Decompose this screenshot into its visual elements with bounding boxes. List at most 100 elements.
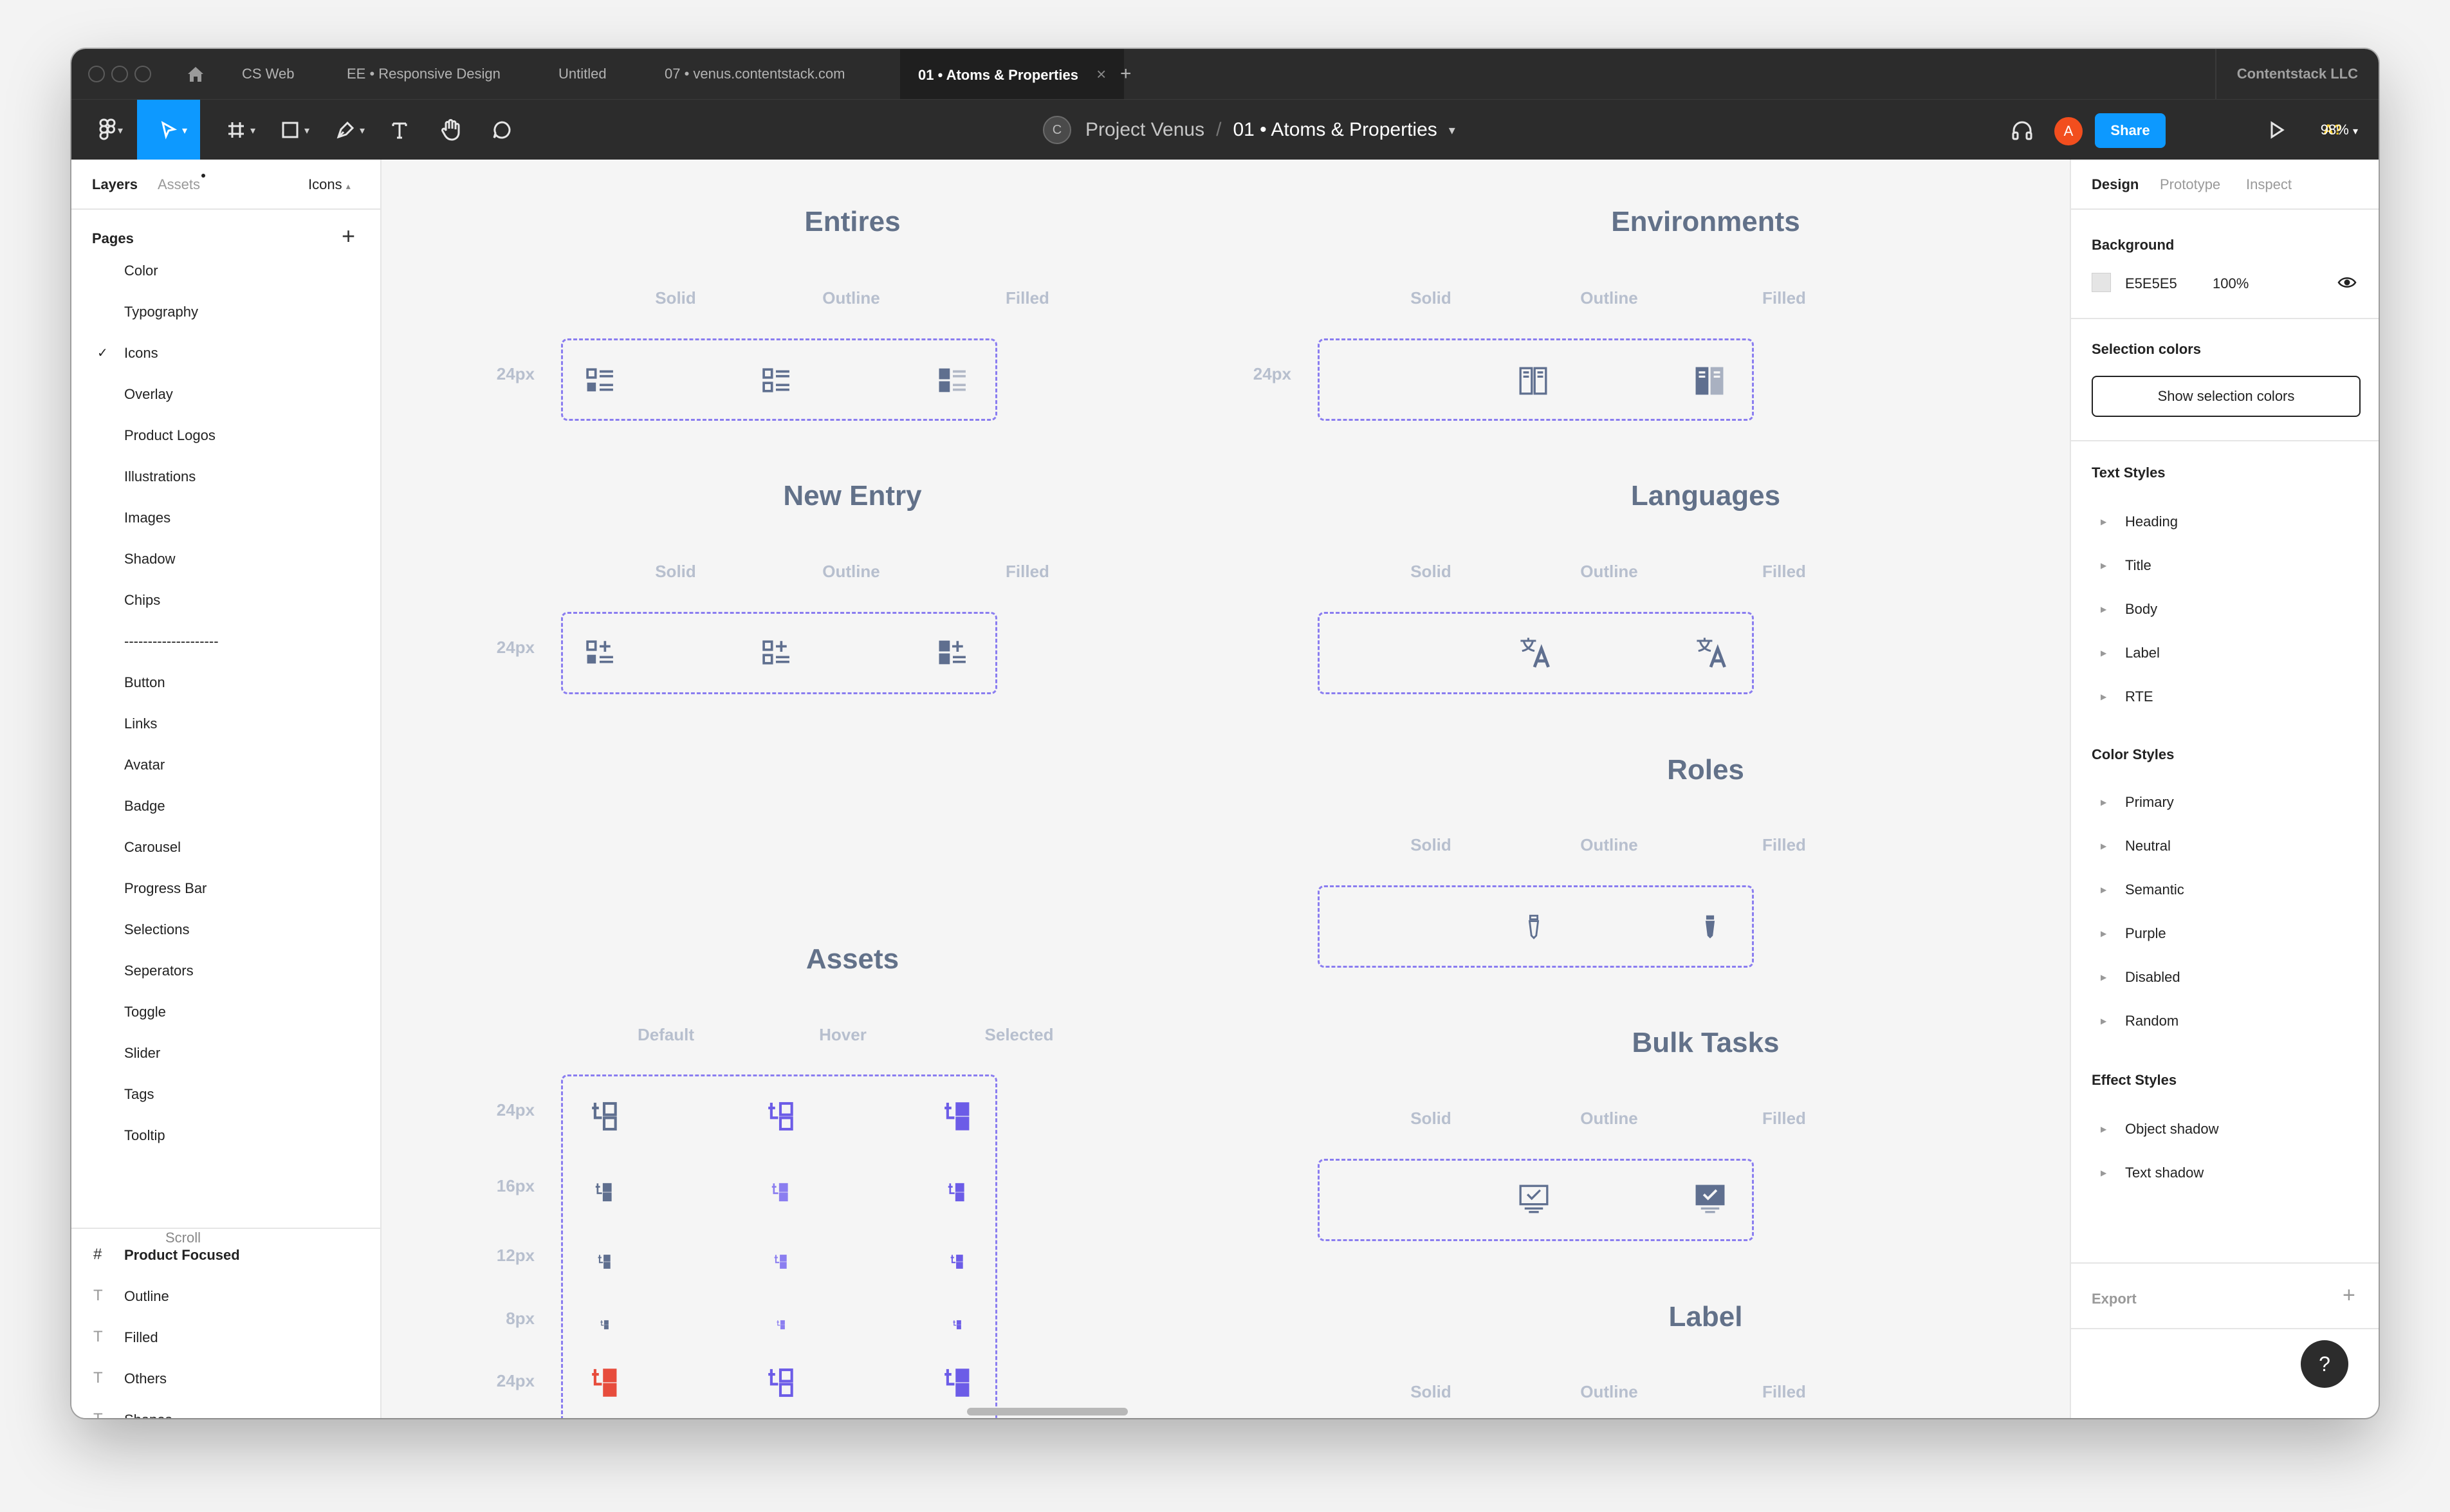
pen-tool-button[interactable]: ▾ <box>322 100 369 160</box>
tab-inspect[interactable]: Inspect <box>2246 176 2292 193</box>
layer-item[interactable]: Product Focused <box>124 1247 240 1264</box>
new-entry-frame[interactable] <box>561 612 997 694</box>
chevron-right-icon[interactable]: ▶ <box>2101 1168 2106 1177</box>
chevron-right-icon[interactable]: ▶ <box>2101 973 2106 982</box>
chevron-right-icon[interactable]: ▶ <box>2101 1017 2106 1026</box>
asset-default-12-icon[interactable] <box>598 1254 611 1269</box>
background-swatch[interactable] <box>2092 273 2111 292</box>
style-item[interactable]: Object shadow <box>2125 1121 2219 1138</box>
page-item[interactable]: Shadow <box>124 551 176 567</box>
page-item[interactable]: Typography <box>124 304 198 320</box>
page-item[interactable]: Illustrations <box>124 468 196 485</box>
asset-error-24-icon[interactable] <box>591 1367 617 1398</box>
tab-assets[interactable]: Assets <box>158 174 206 193</box>
chevron-right-icon[interactable]: ▶ <box>2101 842 2106 851</box>
background-hex[interactable]: E5E5E5 <box>2125 275 2177 292</box>
chevron-right-icon[interactable]: ▶ <box>2101 885 2106 894</box>
tie-outline-icon[interactable] <box>1524 910 1543 944</box>
environments-frame[interactable] <box>1318 338 1754 421</box>
chevron-right-icon[interactable]: ▶ <box>2101 692 2106 701</box>
chevron-right-icon[interactable]: ▶ <box>2101 649 2106 658</box>
entries-solid-icon[interactable] <box>586 367 614 393</box>
page-item[interactable]: Progress Bar <box>124 880 207 897</box>
style-item[interactable]: Semantic <box>2125 881 2184 898</box>
move-tool-button[interactable]: ▾ <box>137 100 200 160</box>
style-item[interactable]: RTE <box>2125 688 2153 705</box>
add-export-button[interactable]: + <box>2343 1283 2355 1308</box>
chevron-right-icon[interactable]: ▶ <box>2101 561 2106 570</box>
page-item[interactable]: Images <box>124 510 170 526</box>
page-item[interactable]: Badge <box>124 798 165 815</box>
file-name[interactable]: 01 • Atoms & Properties <box>1233 119 1437 141</box>
page-item[interactable]: Chips <box>124 592 160 609</box>
style-item[interactable]: Heading <box>2125 513 2178 530</box>
asset-hover-8-icon[interactable] <box>777 1320 785 1330</box>
asset-hover-24b-icon[interactable] <box>768 1367 793 1398</box>
languages-frame[interactable] <box>1318 612 1754 694</box>
new-entry-filled-icon[interactable] <box>939 638 967 667</box>
home-tab[interactable] <box>186 49 205 99</box>
tab-untitled[interactable]: Untitled <box>558 49 607 99</box>
environments-outline-icon[interactable] <box>1519 366 1547 396</box>
asset-selected-16-icon[interactable] <box>948 1182 964 1203</box>
bulk-task-outline-icon[interactable] <box>1519 1184 1549 1215</box>
style-item[interactable]: Neutral <box>2125 838 2171 854</box>
new-tab-button[interactable]: + <box>1120 49 1132 99</box>
page-item[interactable]: Seperators <box>124 963 194 979</box>
new-entry-outline-icon[interactable] <box>762 638 791 667</box>
main-menu-button[interactable]: ▾ <box>84 100 131 160</box>
maximize-window-button[interactable] <box>134 66 151 82</box>
page-dropdown[interactable]: Icons ▴ <box>308 176 351 193</box>
chevron-right-icon[interactable]: ▶ <box>2101 605 2106 614</box>
layer-item[interactable]: Filled <box>124 1329 158 1346</box>
page-item[interactable]: Selections <box>124 921 190 938</box>
org-name[interactable]: Contentstack LLC <box>2215 49 2379 99</box>
tab-cs-web[interactable]: CS Web <box>242 49 295 99</box>
layer-item[interactable]: Others <box>124 1370 167 1387</box>
frame-tool-button[interactable]: ▾ <box>213 100 259 160</box>
minimize-window-button[interactable] <box>111 66 128 82</box>
entries-filled-icon[interactable] <box>939 367 967 393</box>
bulk-tasks-frame[interactable] <box>1318 1159 1754 1241</box>
layer-item[interactable]: Outline <box>124 1288 169 1305</box>
chevron-right-icon[interactable]: ▶ <box>2101 1125 2106 1134</box>
asset-hover-12-icon[interactable] <box>774 1254 787 1269</box>
page-item[interactable]: Tags <box>124 1086 154 1103</box>
style-item[interactable]: Primary <box>2125 794 2174 811</box>
page-item[interactable]: Carousel <box>124 839 181 856</box>
asset-default-8-icon[interactable] <box>600 1320 609 1330</box>
page-item[interactable]: Icons <box>124 345 158 362</box>
translate-filled-icon[interactable] <box>1695 636 1726 669</box>
present-button[interactable] <box>2258 100 2296 160</box>
share-button[interactable]: Share <box>2095 113 2166 148</box>
page-item-truncated[interactable]: Scroll <box>165 1230 262 1249</box>
asset-hover-24-icon[interactable] <box>768 1101 793 1132</box>
page-item[interactable]: Slider <box>124 1045 160 1062</box>
zoom-dropdown[interactable]: 98% ▾ <box>2321 100 2358 160</box>
add-page-button[interactable]: + <box>342 223 355 250</box>
hand-tool-button[interactable] <box>429 100 472 160</box>
chevron-down-icon[interactable]: ▾ <box>1449 122 1455 138</box>
tab-layers[interactable]: Layers <box>92 176 138 193</box>
page-item[interactable]: Avatar <box>124 757 165 773</box>
comment-tool-button[interactable] <box>481 100 523 160</box>
style-item[interactable]: Title <box>2125 557 2151 574</box>
style-item[interactable]: Disabled <box>2125 969 2180 986</box>
canvas[interactable]: Entires Solid Outline Filled 24px Enviro… <box>382 160 2070 1418</box>
asset-selected-12-icon[interactable] <box>950 1254 963 1269</box>
style-item[interactable]: Body <box>2125 601 2157 618</box>
tab-venus[interactable]: 07 • venus.contentstack.com <box>665 49 845 99</box>
page-item[interactable]: Button <box>124 674 165 691</box>
show-selection-colors-button[interactable]: Show selection colors <box>2092 376 2361 417</box>
audio-button[interactable] <box>2003 100 2041 160</box>
horizontal-scrollbar[interactable] <box>967 1408 1128 1415</box>
page-item[interactable]: Tooltip <box>124 1127 165 1144</box>
entries-outline-icon[interactable] <box>762 367 791 393</box>
background-opacity[interactable]: 100% <box>2213 275 2249 292</box>
chevron-right-icon[interactable]: ▶ <box>2101 929 2106 938</box>
page-item[interactable]: Links <box>124 715 157 732</box>
text-tool-button[interactable] <box>380 100 419 160</box>
translate-outline-icon[interactable] <box>1519 636 1550 669</box>
asset-hover-16-icon[interactable] <box>771 1182 788 1203</box>
chevron-right-icon[interactable]: ▶ <box>2101 798 2106 807</box>
